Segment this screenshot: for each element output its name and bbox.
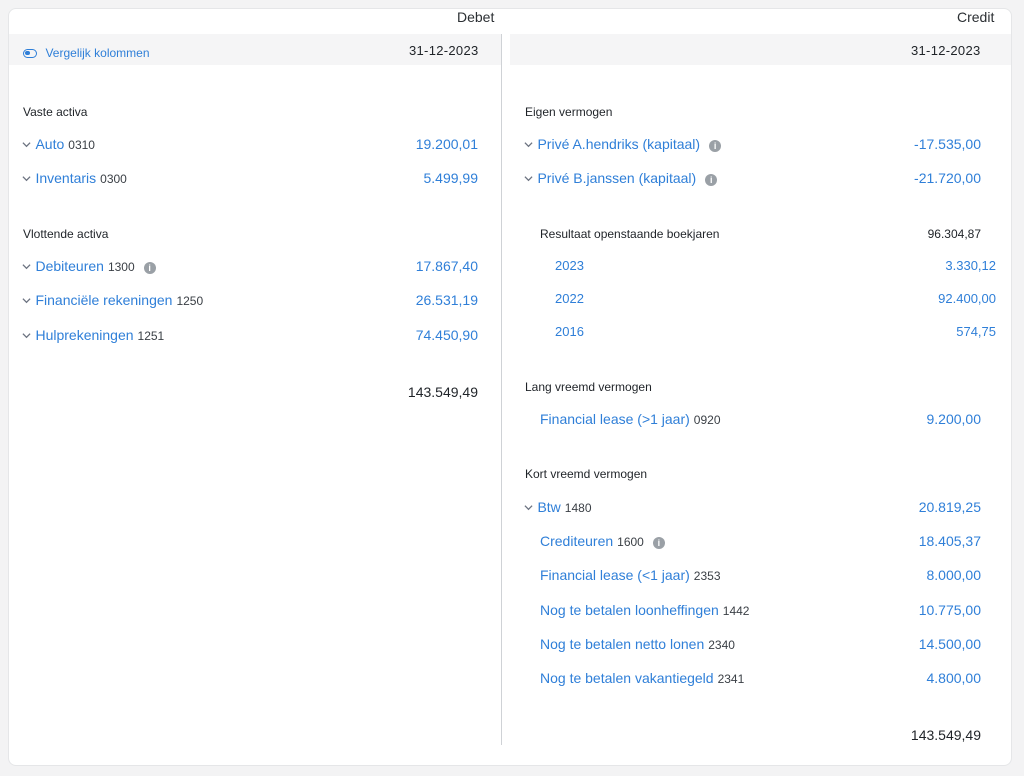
account-row[interactable]: Crediteuren 1600 i — [540, 532, 665, 551]
section-title-eigen-vermogen: Eigen vermogen — [525, 105, 613, 119]
account-row[interactable]: Privé B.janssen (kapitaal) i — [524, 169, 718, 188]
result-year-amount[interactable]: 92.400,00 — [938, 291, 996, 306]
account-row[interactable]: Hulprekeningen 1251 — [22, 326, 164, 345]
account-name[interactable]: Financial lease (<1 jaar) — [540, 567, 690, 583]
account-code: 1480 — [564, 501, 592, 515]
account-code: 1300 — [107, 260, 135, 274]
account-amount[interactable]: 26.531,19 — [416, 292, 478, 308]
account-name[interactable]: Privé A.hendriks (kapitaal) — [537, 136, 700, 152]
section-title-lang-vreemd-vermogen: Lang vreemd vermogen — [525, 380, 652, 394]
account-name[interactable]: Nog te betalen vakantiegeld — [540, 670, 714, 686]
account-name[interactable]: Nog te betalen loonheffingen — [540, 602, 719, 618]
account-code: 1251 — [137, 329, 165, 343]
compare-columns-label: Vergelijk kolommen — [45, 46, 150, 60]
account-row[interactable]: Privé A.hendriks (kapitaal) i — [524, 135, 722, 154]
account-code: 2340 — [708, 638, 735, 652]
account-amount[interactable]: 74.450,90 — [416, 327, 478, 343]
account-row[interactable]: Nog te betalen netto lonen 2340 — [540, 635, 735, 654]
account-row[interactable]: Nog te betalen loonheffingen 1442 — [540, 601, 749, 620]
chevron-down-icon[interactable] — [524, 503, 533, 512]
chevron-down-icon[interactable] — [524, 140, 533, 149]
chevron-down-icon[interactable] — [524, 174, 533, 183]
chevron-down-icon[interactable] — [22, 262, 31, 271]
debit-total: 143.549,49 — [407, 384, 478, 400]
account-name[interactable]: Privé B.janssen (kapitaal) — [537, 170, 696, 186]
account-code: 2341 — [717, 672, 745, 686]
chevron-down-icon[interactable] — [22, 140, 31, 149]
account-row[interactable]: Auto 0310 — [22, 135, 95, 154]
account-name[interactable]: Hulprekeningen — [35, 327, 133, 343]
account-amount[interactable]: 17.867,40 — [416, 258, 478, 274]
debit-column-header: Debet — [457, 9, 495, 25]
info-icon[interactable]: i — [143, 262, 156, 274]
account-code: 1600 — [617, 535, 644, 549]
chevron-down-icon[interactable] — [22, 331, 31, 340]
info-icon[interactable]: i — [705, 174, 718, 186]
account-name[interactable]: Crediteuren — [540, 533, 613, 549]
account-amount[interactable]: -17.535,00 — [914, 136, 981, 152]
info-icon[interactable]: i — [652, 537, 665, 549]
account-name[interactable]: Btw — [537, 499, 560, 515]
account-amount[interactable]: 9.200,00 — [927, 411, 982, 427]
toggle-icon — [23, 49, 37, 58]
result-year[interactable]: 2016 — [555, 324, 584, 339]
account-code: 0300 — [100, 172, 127, 186]
balance-sheet-card — [8, 8, 1012, 766]
account-amount[interactable]: 18.405,37 — [919, 533, 981, 549]
account-code: 0920 — [693, 413, 721, 427]
account-code: 0310 — [68, 138, 95, 152]
account-name[interactable]: Inventaris — [35, 170, 96, 186]
credit-period-date: 31-12-2023 — [911, 43, 981, 58]
credit-total: 143.549,49 — [910, 727, 981, 743]
account-name[interactable]: Financial lease (>1 jaar) — [540, 411, 690, 427]
account-name[interactable]: Auto — [35, 136, 64, 152]
account-amount[interactable]: 10.775,00 — [919, 602, 981, 618]
chevron-down-icon[interactable] — [22, 174, 31, 183]
chevron-down-icon[interactable] — [22, 296, 31, 305]
section-title-vlottende-activa: Vlottende activa — [23, 227, 109, 241]
section-title-vaste-activa: Vaste activa — [23, 105, 88, 119]
account-name[interactable]: Nog te betalen netto lonen — [540, 636, 704, 652]
account-row[interactable]: Financial lease (<1 jaar) 2353 — [540, 566, 721, 585]
account-name[interactable]: Financiële rekeningen — [35, 292, 172, 308]
info-icon[interactable]: i — [709, 140, 722, 152]
account-code: 1442 — [722, 604, 750, 618]
account-row[interactable]: Financial lease (>1 jaar) 0920 — [540, 410, 721, 429]
result-year-amount[interactable]: 3.330,12 — [945, 258, 996, 273]
result-year-amount[interactable]: 574,75 — [956, 324, 996, 339]
account-amount[interactable]: 4.800,00 — [927, 670, 982, 686]
account-row[interactable]: Debiteuren 1300 i — [22, 257, 156, 276]
account-amount[interactable]: 20.819,25 — [919, 499, 981, 515]
account-row[interactable]: Btw 1480 — [524, 498, 592, 517]
credit-column-header: Credit — [957, 9, 995, 25]
account-amount[interactable]: 19.200,01 — [416, 136, 478, 152]
column-divider — [501, 34, 502, 745]
account-amount[interactable]: 14.500,00 — [919, 636, 981, 652]
section-title-kort-vreemd-vermogen: Kort vreemd vermogen — [525, 467, 648, 481]
account-amount[interactable]: 8.000,00 — [927, 567, 982, 583]
account-amount[interactable]: 5.499,99 — [424, 170, 479, 186]
account-code: 1250 — [176, 294, 204, 308]
result-year[interactable]: 2022 — [555, 291, 584, 306]
compare-columns-toggle[interactable]: Vergelijk kolommen — [23, 44, 150, 62]
resultaat-label: Resultaat openstaande boekjaren — [540, 227, 720, 241]
result-year[interactable]: 2023 — [555, 258, 584, 273]
account-name[interactable]: Debiteuren — [35, 258, 104, 274]
account-row[interactable]: Financiële rekeningen 1250 — [22, 291, 203, 310]
resultaat-amount: 96.304,87 — [927, 227, 981, 241]
account-code: 2353 — [693, 569, 721, 583]
account-row[interactable]: Nog te betalen vakantiegeld 2341 — [540, 669, 744, 688]
account-row[interactable]: Inventaris 0300 — [22, 169, 127, 188]
debit-period-date: 31-12-2023 — [409, 43, 479, 58]
account-amount[interactable]: -21.720,00 — [914, 170, 981, 186]
